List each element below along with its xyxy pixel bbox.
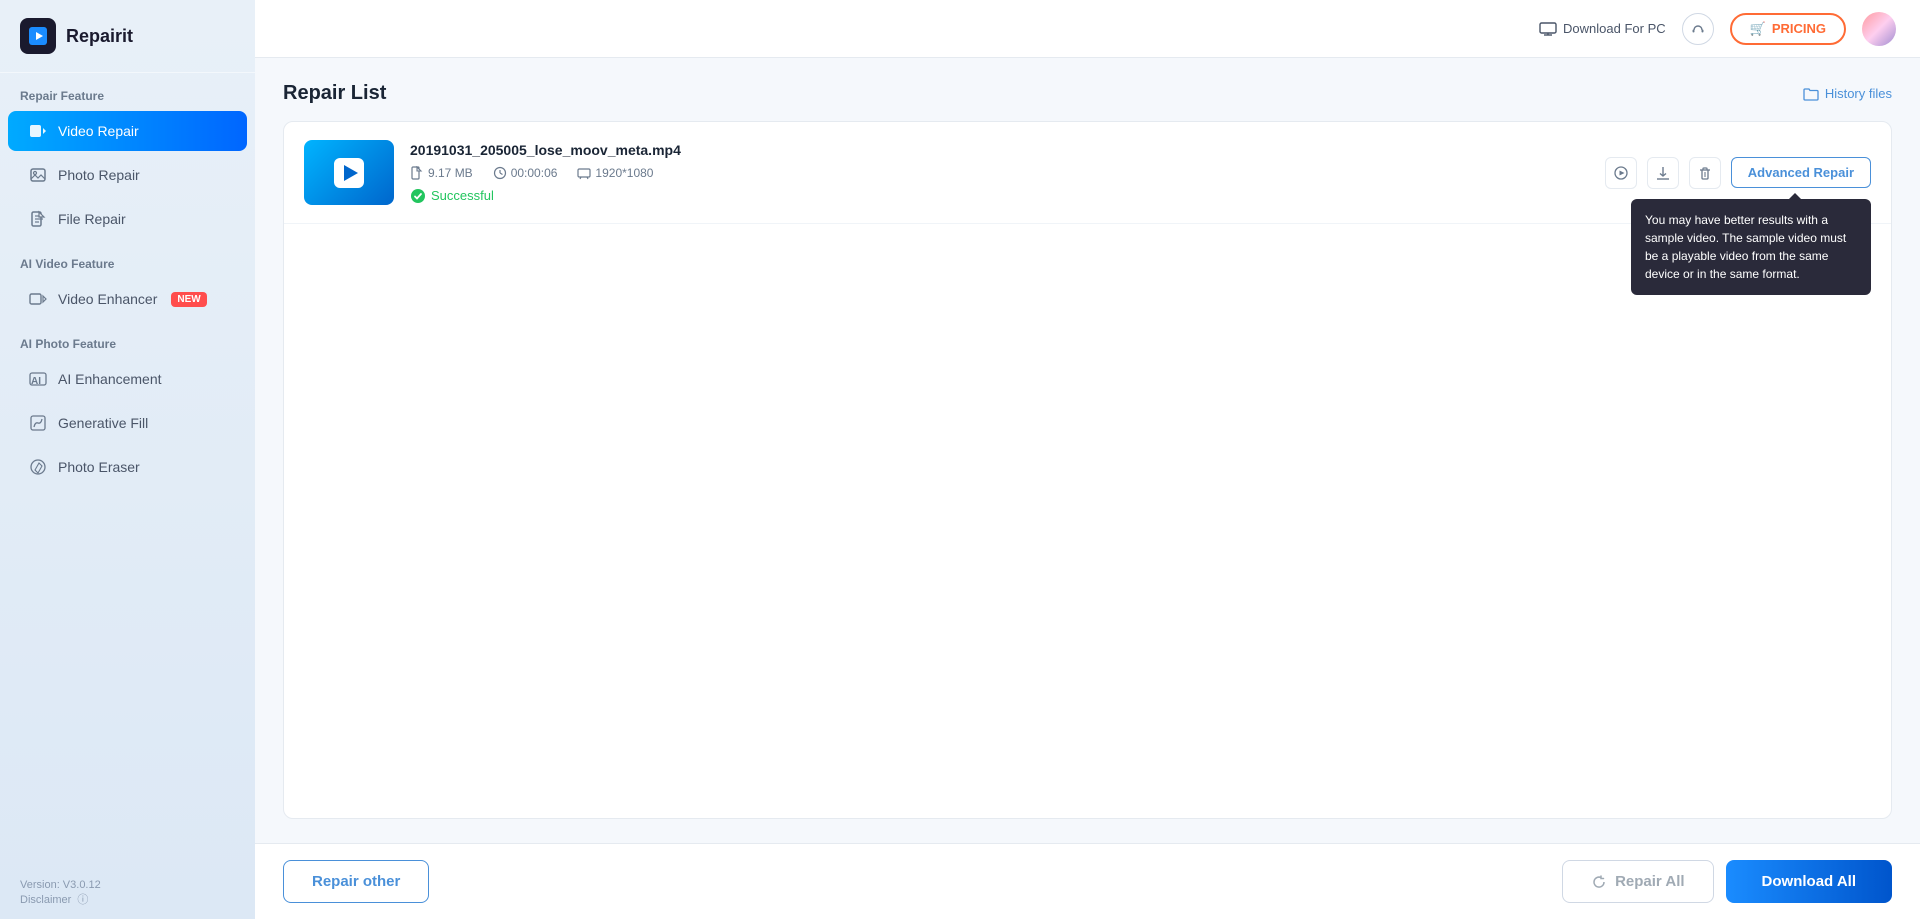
sidebar-item-ai-enhancement[interactable]: AI AI Enhancement — [8, 359, 247, 399]
sidebar-item-photo-repair-label: Photo Repair — [58, 167, 140, 183]
version-label: Version: V3.0.12 — [20, 879, 101, 891]
resolution-value: 1920*1080 — [595, 166, 653, 180]
repair-all-icon — [1591, 874, 1607, 890]
trash-icon — [1697, 165, 1713, 181]
play-icon — [334, 158, 364, 188]
tooltip-text: You may have better results with a sampl… — [1645, 213, 1846, 281]
user-avatar[interactable] — [1862, 12, 1896, 46]
new-badge: NEW — [171, 292, 206, 307]
play-triangle — [344, 165, 358, 181]
pricing-label: PRICING — [1772, 21, 1826, 36]
content-header: Repair List History files — [283, 82, 1892, 105]
disclaimer-info-icon: ⓘ — [77, 894, 88, 906]
preview-icon — [1613, 165, 1629, 181]
status-badge: Successful — [410, 188, 1589, 204]
duration-value: 00:00:06 — [511, 166, 558, 180]
photo-repair-icon — [28, 165, 48, 185]
page-title: Repair List — [283, 82, 386, 105]
download-button[interactable] — [1647, 157, 1679, 189]
sidebar-item-video-repair[interactable]: Video Repair — [8, 111, 247, 151]
resolution-icon — [577, 166, 591, 180]
history-files-link[interactable]: History files — [1803, 86, 1892, 101]
footer: Repair other Repair All Download All — [255, 843, 1920, 919]
duration-item: 00:00:06 — [493, 166, 558, 180]
sidebar-item-generative-fill-label: Generative Fill — [58, 415, 148, 431]
repair-meta: 9.17 MB 00:00:06 — [410, 166, 1589, 180]
repair-info: 20191031_205005_lose_moov_meta.mp4 9.17 … — [410, 142, 1589, 204]
sidebar-item-video-repair-label: Video Repair — [58, 123, 139, 139]
headset-icon — [1690, 21, 1706, 37]
repair-all-label: Repair All — [1615, 873, 1684, 890]
file-repair-icon — [28, 209, 48, 229]
sidebar: Repairit Repair Feature Video Repair Pho… — [0, 0, 255, 919]
content-area: Repair List History files 20191031_20500 — [255, 58, 1920, 843]
history-files-label: History files — [1825, 86, 1892, 101]
sidebar-item-file-repair[interactable]: File Repair — [8, 199, 247, 239]
download-for-pc-button[interactable]: Download For PC — [1539, 21, 1666, 36]
filename: 20191031_205005_lose_moov_meta.mp4 — [410, 142, 1589, 158]
disclaimer-link[interactable]: Disclaimer — [20, 894, 71, 906]
success-icon — [410, 188, 426, 204]
pricing-button[interactable]: 🛒 PRICING — [1730, 13, 1846, 45]
pricing-cart-icon: 🛒 — [1750, 21, 1766, 37]
main-area: Download For PC 🛒 PRICING Repair List Hi… — [255, 0, 1920, 919]
generative-fill-icon — [28, 413, 48, 433]
ai-video-feature-label: AI Video Feature — [0, 241, 255, 277]
repair-feature-label: Repair Feature — [0, 73, 255, 109]
file-size-item: 9.17 MB — [410, 166, 473, 180]
sidebar-item-photo-eraser[interactable]: Photo Eraser — [8, 447, 247, 487]
preview-button[interactable] — [1605, 157, 1637, 189]
logo-area: Repairit — [0, 0, 255, 73]
repair-other-button[interactable]: Repair other — [283, 860, 429, 903]
video-thumbnail — [304, 140, 394, 205]
sidebar-item-video-enhancer-label: Video Enhancer — [58, 291, 157, 307]
file-size-icon — [410, 166, 424, 180]
sidebar-item-file-repair-label: File Repair — [58, 211, 126, 227]
monitor-icon — [1539, 22, 1557, 36]
advanced-repair-tooltip: You may have better results with a sampl… — [1631, 199, 1871, 295]
ai-photo-feature-label: AI Photo Feature — [0, 321, 255, 357]
advanced-repair-button[interactable]: Advanced Repair — [1731, 157, 1871, 188]
folder-icon — [1803, 87, 1819, 101]
video-repair-icon — [28, 121, 48, 141]
help-button[interactable] — [1682, 13, 1714, 45]
sidebar-item-generative-fill[interactable]: Generative Fill — [8, 403, 247, 443]
download-all-button[interactable]: Download All — [1726, 860, 1892, 903]
clock-icon — [493, 166, 507, 180]
topbar: Download For PC 🛒 PRICING — [255, 0, 1920, 58]
photo-eraser-icon — [28, 457, 48, 477]
repair-all-button[interactable]: Repair All — [1562, 860, 1713, 903]
status-label: Successful — [431, 188, 494, 203]
file-size-value: 9.17 MB — [428, 166, 473, 180]
table-row: 20191031_205005_lose_moov_meta.mp4 9.17 … — [284, 122, 1891, 224]
ai-enhancement-icon: AI — [28, 369, 48, 389]
sidebar-bottom: Version: V3.0.12 Disclaimer ⓘ — [0, 867, 255, 919]
sidebar-item-video-enhancer[interactable]: Video Enhancer NEW — [8, 279, 247, 319]
video-enhancer-icon — [28, 289, 48, 309]
download-icon — [1655, 165, 1671, 181]
delete-button[interactable] — [1689, 157, 1721, 189]
app-logo-icon — [20, 18, 56, 54]
download-for-pc-label: Download For PC — [1563, 21, 1666, 36]
app-name: Repairit — [66, 26, 133, 47]
resolution-item: 1920*1080 — [577, 166, 653, 180]
sidebar-item-photo-eraser-label: Photo Eraser — [58, 459, 140, 475]
sidebar-item-ai-enhancement-label: AI Enhancement — [58, 371, 162, 387]
footer-right: Repair All Download All — [1562, 860, 1892, 903]
repair-actions: Advanced Repair You may have better resu… — [1605, 157, 1871, 189]
sidebar-item-photo-repair[interactable]: Photo Repair — [8, 155, 247, 195]
repair-list: 20191031_205005_lose_moov_meta.mp4 9.17 … — [283, 121, 1892, 819]
